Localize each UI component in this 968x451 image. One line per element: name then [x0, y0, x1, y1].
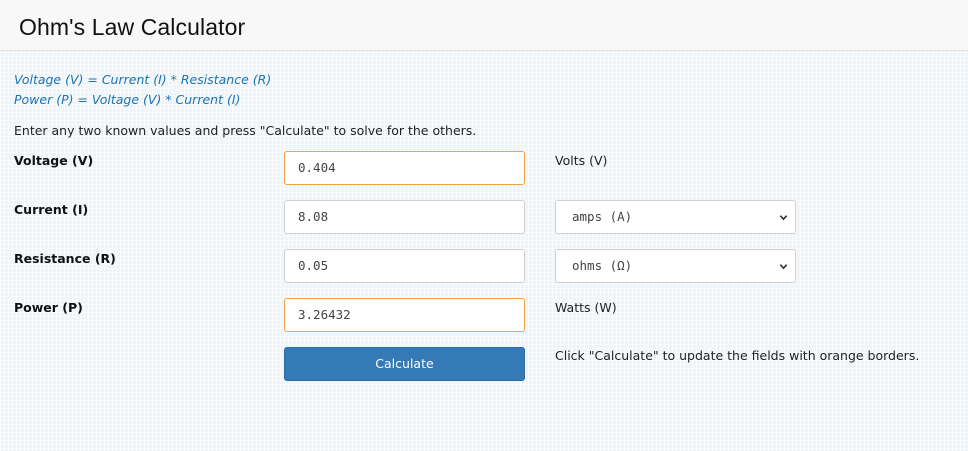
- page-title: Ohm's Law Calculator: [19, 14, 246, 40]
- page-header: Ohm's Law Calculator: [0, 0, 968, 51]
- voltage-label: Voltage (V): [14, 153, 94, 168]
- voltage-input[interactable]: 0.404: [284, 151, 525, 185]
- instructions-text: Enter any two known values and press "Ca…: [14, 123, 477, 138]
- chevron-down-icon: [779, 264, 788, 270]
- voltage-unit-text: Volts (V): [555, 153, 608, 168]
- power-input[interactable]: 3.26432: [284, 298, 525, 332]
- resistance-input[interactable]: 0.05: [284, 249, 525, 283]
- power-unit-text: Watts (W): [555, 300, 617, 315]
- current-unit-selected-value: amps (A): [572, 209, 633, 224]
- current-input[interactable]: 8.08: [284, 200, 525, 234]
- calculate-note: Click "Calculate" to update the fields w…: [555, 348, 920, 363]
- resistance-label: Resistance (R): [14, 251, 116, 266]
- current-unit-select[interactable]: amps (A): [555, 200, 796, 234]
- calculate-button[interactable]: Calculate: [284, 347, 525, 381]
- power-label: Power (P): [14, 300, 83, 315]
- chevron-down-icon: [779, 215, 788, 221]
- resistance-unit-selected-value: ohms (Ω): [572, 258, 633, 273]
- current-label: Current (I): [14, 202, 89, 217]
- resistance-unit-select[interactable]: ohms (Ω): [555, 249, 796, 283]
- formula-ohms-law: Voltage (V) = Current (I) * Resistance (…: [14, 72, 272, 87]
- formula-power: Power (P) = Voltage (V) * Current (I): [14, 92, 241, 107]
